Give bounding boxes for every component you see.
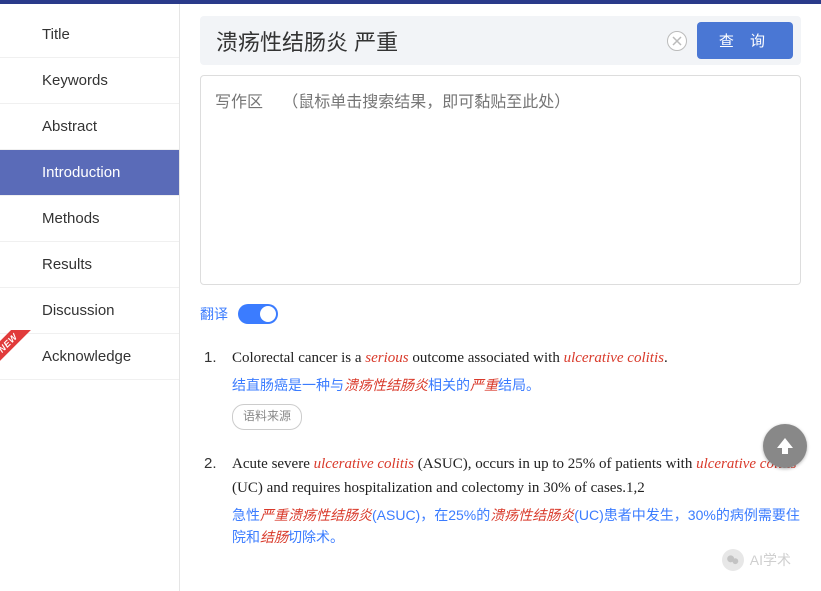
new-badge [0,330,36,370]
sidebar-item-methods[interactable]: Methods [0,196,179,242]
sidebar: TitleKeywordsAbstractIntroductionMethods… [0,4,180,591]
result-english: Acute severe ulcerative colitis (ASUC), … [232,452,801,500]
scroll-top-button[interactable] [763,424,807,468]
sidebar-item-acknowledge[interactable]: Acknowledge [0,334,179,380]
result-body: Acute severe ulcerative colitis (ASUC), … [232,452,801,549]
translate-label: 翻译 [200,304,228,324]
result-number: 2. [204,452,220,549]
result-number: 1. [204,346,220,430]
sidebar-item-results[interactable]: Results [0,242,179,288]
translate-row: 翻译 [200,304,801,324]
source-button[interactable]: 语料来源 [232,404,302,429]
sidebar-item-discussion[interactable]: Discussion [0,288,179,334]
result-item[interactable]: 2.Acute severe ulcerative colitis (ASUC)… [204,452,801,549]
watermark-text: AI学术 [750,550,791,570]
sidebar-item-introduction[interactable]: Introduction [0,150,179,196]
search-input[interactable] [208,24,657,58]
clear-icon[interactable] [667,31,687,51]
sidebar-item-title[interactable]: Title [0,12,179,58]
query-button[interactable]: 查 询 [697,22,793,59]
result-body: Colorectal cancer is a serious outcome a… [232,346,801,430]
results-list: 1. Colorectal cancer is a serious outcome… [200,346,801,548]
watermark: AI学术 [722,549,791,571]
result-chinese: 结直肠癌是一种与溃疡性结肠炎相关的严重结局。 [232,374,801,396]
container: TitleKeywordsAbstractIntroductionMethods… [0,4,821,591]
writing-area[interactable] [200,75,801,285]
translate-toggle[interactable] [238,304,278,324]
wechat-icon [722,549,744,571]
main-panel: 查 询 翻译 1. Colorectal cancer is a serious … [180,4,821,591]
sidebar-item-abstract[interactable]: Abstract [0,104,179,150]
result-chinese: 急性严重溃疡性结肠炎(ASUC)，在25%的溃疡性结肠炎(UC)患者中发生，30… [232,504,801,549]
result-item[interactable]: 1. Colorectal cancer is a serious outcome… [204,346,801,430]
sidebar-item-keywords[interactable]: Keywords [0,58,179,104]
search-row: 查 询 [200,16,801,65]
result-english: Colorectal cancer is a serious outcome a… [232,346,801,370]
